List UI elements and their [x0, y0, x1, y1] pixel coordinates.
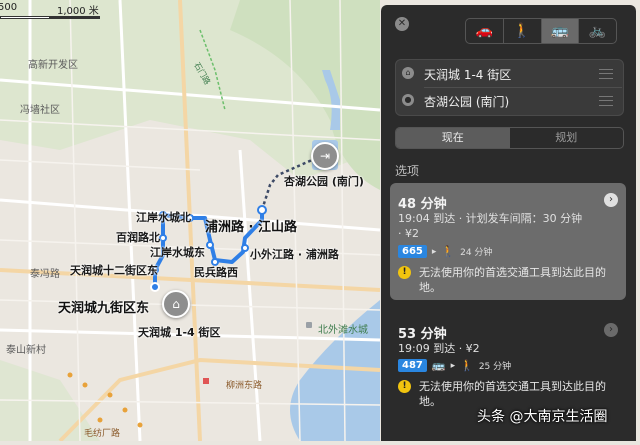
option-duration: 48 分钟	[398, 197, 447, 212]
map-label-taifeng: 泰冯路	[30, 269, 60, 280]
map-label-fengqiang: 冯墙社区	[20, 105, 60, 116]
home-icon: ⌂	[402, 67, 414, 79]
route-option-1[interactable]: 48 分钟 › 19:04 到达 · 计划发车间隔：30 分钟 · ¥2 665…	[390, 183, 626, 300]
map-label-gaoxin: 高新开发区	[28, 60, 78, 71]
map-label-maofang: 毛纺厂路	[84, 429, 121, 439]
entrance-icon: ⇥	[319, 149, 331, 163]
option-detail: 19:04 到达 · 计划发车间隔：30 分钟 · ¥2	[398, 212, 583, 240]
walk-icon: 🚶	[441, 245, 456, 258]
route-endpoints: ⌂ 天润城 1-4 街区 ● 杏湖公园 (南门)	[395, 59, 624, 116]
option-warning: ! 无法使用你的首选交通工具到达此目的地。	[398, 265, 613, 295]
transport-mode-selector: 🚗 🚶 🚌 🚲	[465, 18, 617, 44]
warning-text: 无法使用你的首选交通工具到达此目的地。	[419, 266, 606, 294]
origin-field[interactable]: 天润城 1-4 街区	[424, 66, 511, 83]
home-icon: ⌂	[172, 297, 180, 311]
stop-label-tianrun12[interactable]: 天润城十二街区东	[70, 262, 158, 278]
destination-label[interactable]: 杏湖公园 (南门)	[284, 173, 364, 189]
stop-label-jiangan-north[interactable]: 江岸水城北	[136, 209, 191, 225]
warning-icon: !	[398, 266, 411, 279]
options-heading: 选项	[395, 164, 420, 178]
destination-field[interactable]: 杏湖公园 (南门)	[424, 93, 509, 110]
scale-mid-label: 1,000 米	[57, 6, 99, 17]
chevron-right-icon: ▸	[450, 360, 456, 371]
scale-bar-half	[0, 16, 50, 19]
bus-number-badge: 487	[398, 359, 427, 372]
option-steps: 487 🚌 ▸ 🚶 25 分钟	[398, 359, 511, 372]
map-scale: 500 1,000 米	[0, 2, 110, 20]
stop-label-baiyun[interactable]: 百润路北	[116, 229, 160, 245]
chevron-right-icon[interactable]: ›	[604, 323, 618, 337]
option-duration: 53 分钟	[398, 327, 447, 342]
directions-panel: ✕ 🚗 🚶 🚌 🚲 ⌂ 天润城 1-4 街区 ● 杏湖公园 (南门) 现在 规划…	[381, 5, 636, 441]
bus-icon: 🚌	[431, 359, 446, 372]
option-steps: 665 ▸ 🚶 24 分钟	[398, 245, 492, 258]
bus-number-badge: 665	[398, 245, 427, 258]
stop-label-jiangan-east[interactable]: 江岸水城东	[150, 244, 205, 260]
warning-icon: !	[398, 380, 411, 393]
origin-label[interactable]: 天润城 1-4 街区	[138, 324, 221, 340]
option-detail: 19:09 到达 · ¥2	[398, 342, 480, 355]
walk-duration: 25 分钟	[478, 362, 512, 372]
time-segmented-control: 现在 规划	[395, 127, 624, 149]
scale-zero-label: 500	[0, 2, 18, 13]
stop-label-puzhou[interactable]: 浦洲路 · 江山路	[205, 216, 297, 235]
map-label-beiwaitan: 北外滩水城	[318, 325, 368, 336]
map-label-taishan: 泰山新村	[6, 345, 46, 356]
walk-icon[interactable]: 🚶	[504, 19, 542, 43]
option-warning: ! 无法使用你的首选交通工具到达此目的地。	[398, 379, 613, 409]
chevron-right-icon: ▸	[431, 246, 437, 257]
stop-label-minbing[interactable]: 民兵路西	[194, 264, 238, 280]
destination-pin[interactable]: ⇥	[311, 142, 339, 170]
pin-icon: ●	[402, 94, 414, 106]
close-icon[interactable]: ✕	[395, 17, 409, 31]
drag-handle-icon[interactable]	[599, 69, 613, 79]
destination-row[interactable]: ● 杏湖公园 (南门)	[396, 87, 623, 114]
walk-duration: 24 分钟	[460, 248, 493, 258]
walk-icon: 🚶	[460, 359, 474, 372]
bike-icon[interactable]: 🚲	[579, 19, 616, 43]
drag-handle-icon[interactable]	[599, 96, 613, 106]
map-label-liuzhou: 柳洲东路	[226, 381, 263, 391]
tab-plan[interactable]: 规划	[510, 128, 624, 148]
origin-row[interactable]: ⌂ 天润城 1-4 街区	[396, 60, 623, 87]
car-icon[interactable]: 🚗	[466, 19, 504, 43]
stop-label-tianrun9[interactable]: 天润城九街区东	[58, 297, 149, 316]
watermark: 头条 @大南京生活圈	[477, 409, 608, 425]
tab-now[interactable]: 现在	[396, 128, 510, 148]
warning-text: 无法使用你的首选交通工具到达此目的地。	[419, 380, 606, 408]
stop-label-xiaowai[interactable]: 小外江路 · 浦洲路	[250, 246, 339, 262]
bus-icon[interactable]: 🚌	[541, 19, 580, 43]
chevron-right-icon[interactable]: ›	[604, 193, 618, 207]
origin-pin[interactable]: ⌂	[162, 290, 190, 318]
